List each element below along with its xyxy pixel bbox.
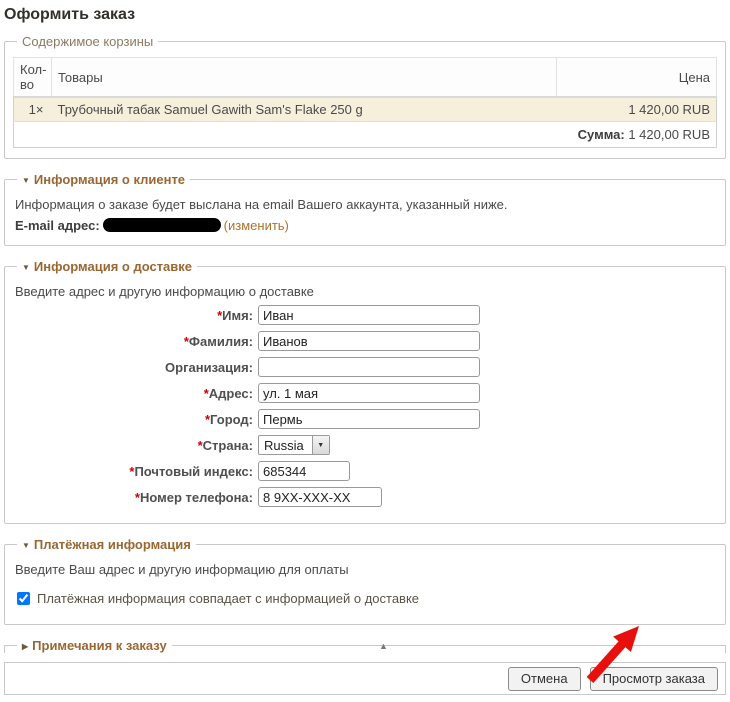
collapse-triangle-icon: ▼ [22, 263, 30, 272]
item-qty: 1× [13, 96, 52, 122]
shipping-info-legend[interactable]: ▼ Информация о доставке [17, 259, 197, 274]
products-column-header: Товары [51, 57, 557, 98]
cancel-button[interactable]: Отмена [507, 666, 581, 691]
billing-same-checkbox[interactable] [17, 592, 30, 605]
organization-input[interactable] [258, 357, 480, 377]
collapse-triangle-icon: ▼ [22, 541, 30, 550]
preview-order-button[interactable]: Просмотр заказа [589, 666, 718, 691]
country-select-value: Russia [264, 438, 304, 453]
organization-label: Организация: [165, 359, 253, 375]
cart-table: Кол-во Товары Цена 1× Трубочный табак Sa… [13, 57, 717, 148]
city-row: *Город: [13, 409, 717, 429]
collapse-triangle-icon: ▼ [22, 176, 30, 185]
last-name-input[interactable] [258, 331, 480, 351]
customer-note: Информация о заказе будет выслана на ema… [15, 197, 508, 212]
billing-same-label[interactable]: Платёжная информация совпадает с информа… [37, 591, 419, 606]
city-input[interactable] [258, 409, 480, 429]
cart-item-row: 1× Трубочный табак Samuel Gawith Sam's F… [13, 96, 717, 122]
payment-note: Введите Ваш адрес и другую информацию дл… [15, 562, 349, 577]
postal-code-label: Почтовый индекс: [134, 463, 253, 479]
address-input[interactable] [258, 383, 480, 403]
billing-same-row: Платёжная информация совпадает с информа… [17, 591, 717, 606]
phone-row: *Номер телефона: [13, 487, 717, 507]
organization-row: Организация: [13, 357, 717, 377]
first-name-label: Имя: [222, 307, 253, 323]
item-title: Трубочный табак Samuel Gawith Sam's Flak… [51, 96, 557, 122]
cart-section: Содержимое корзины Кол-во Товары Цена 1×… [4, 34, 726, 159]
price-column-header: Цена [556, 57, 717, 98]
postal-code-row: *Почтовый индекс: [13, 461, 717, 481]
city-label: Город: [210, 411, 253, 427]
cart-sum-row: Сумма: 1 420,00 RUB [13, 121, 717, 148]
first-name-row: *Имя: [13, 305, 717, 325]
cart-header-row: Кол-во Товары Цена [13, 57, 717, 98]
email-line: E-mail адрес: (изменить) [15, 218, 717, 233]
qty-column-header: Кол-во [13, 57, 52, 98]
shipping-note: Введите адрес и другую информацию о дост… [15, 284, 314, 299]
action-bar: Отмена Просмотр заказа [4, 662, 726, 695]
country-select[interactable]: Russia ▼ [258, 435, 330, 455]
sum-value: 1 420,00 RUB [628, 127, 710, 142]
phone-label: Номер телефона: [139, 489, 253, 505]
email-label: E-mail адрес: [15, 218, 100, 233]
chevron-down-icon: ▼ [317, 441, 325, 449]
checkout-page: Оформить заказ Содержимое корзины Кол-во… [0, 0, 730, 702]
change-email-link[interactable]: (изменить) [224, 218, 289, 233]
address-label: Адрес: [208, 385, 253, 401]
payment-info-legend[interactable]: ▼ Платёжная информация [17, 537, 196, 552]
cart-legend: Содержимое корзины [22, 34, 154, 49]
last-name-row: *Фамилия: [13, 331, 717, 351]
country-row: *Страна: Russia ▼ [13, 435, 717, 455]
page-title: Оформить заказ [4, 6, 136, 23]
dropdown-arrow-button[interactable]: ▼ [311, 436, 329, 454]
expand-triangle-icon: ▶ [22, 642, 29, 651]
phone-input[interactable] [258, 487, 382, 507]
sum-label: Сумма: [577, 127, 625, 142]
first-name-input[interactable] [258, 305, 480, 325]
postal-code-input[interactable] [258, 461, 350, 481]
shipping-info-section: ▼ Информация о доставке Введите адрес и д… [4, 259, 726, 524]
item-price: 1 420,00 RUB [556, 96, 717, 122]
order-notes-legend[interactable]: ▶ Примечания к заказу [17, 638, 172, 653]
address-row: *Адрес: [13, 383, 717, 403]
last-name-label: Фамилия: [188, 333, 253, 349]
redacted-email [102, 218, 221, 232]
scroll-top-icon[interactable]: ▲ [379, 641, 388, 651]
customer-info-section: ▼ Информация о клиенте Информация о заказ… [4, 172, 726, 246]
payment-info-section: ▼ Платёжная информация Введите Ваш адрес … [4, 537, 726, 625]
customer-info-legend[interactable]: ▼ Информация о клиенте [17, 172, 190, 187]
country-label: Страна: [202, 437, 253, 453]
order-notes-section: ▶ Примечания к заказу [4, 638, 726, 653]
